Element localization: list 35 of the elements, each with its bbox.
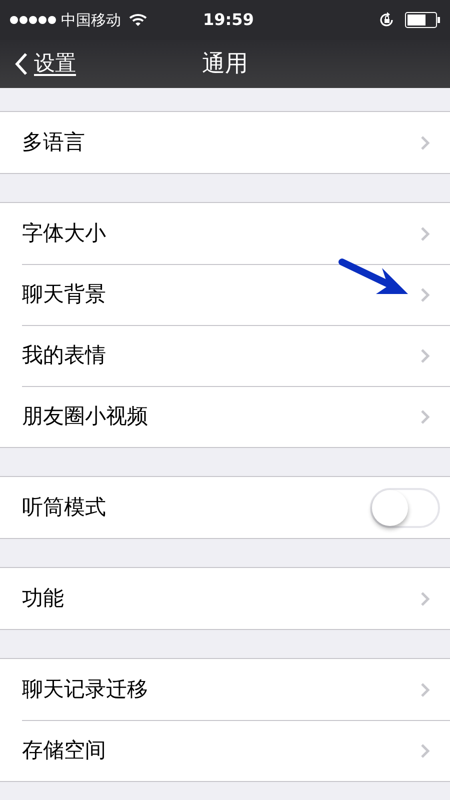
toggle-switch[interactable] xyxy=(370,488,440,528)
settings-row[interactable]: 字体大小 xyxy=(0,203,450,264)
settings-row[interactable]: 听筒模式 xyxy=(0,477,450,538)
settings-row[interactable]: 存储空间 xyxy=(0,720,450,781)
chevron-icon xyxy=(420,226,430,242)
settings-row[interactable]: 功能 xyxy=(0,568,450,629)
settings-row[interactable]: 朋友圈小视频 xyxy=(0,386,450,447)
chevron-icon xyxy=(420,348,430,364)
back-chevron-icon xyxy=(14,52,28,76)
chevron-icon xyxy=(420,134,430,150)
chevron-icon xyxy=(420,590,430,606)
row-label: 朋友圈小视频 xyxy=(22,402,148,430)
settings-row[interactable]: 聊天记录迁移 xyxy=(0,659,450,720)
row-label: 我的表情 xyxy=(22,342,106,369)
row-label: 聊天背景 xyxy=(22,280,106,308)
nav-title: 通用 xyxy=(202,50,248,79)
battery-icon xyxy=(405,12,441,28)
row-label: 字体大小 xyxy=(22,220,106,247)
chevron-icon xyxy=(420,742,430,758)
row-label: 听筒模式 xyxy=(22,494,106,521)
status-time: 19:59 xyxy=(203,9,254,31)
chevron-icon xyxy=(420,286,430,302)
row-label: 聊天记录迁移 xyxy=(22,676,148,703)
row-label: 多语言 xyxy=(22,128,85,156)
rotation-lock-icon xyxy=(379,12,395,28)
chevron-icon xyxy=(420,682,430,698)
wifi-icon xyxy=(129,13,147,27)
row-label: 存储空间 xyxy=(22,736,106,764)
carrier-name: 中国移动 xyxy=(61,10,121,31)
row-label: 功能 xyxy=(22,584,64,612)
settings-row[interactable]: 多语言 xyxy=(0,112,450,173)
back-button[interactable]: 设置 xyxy=(14,48,76,80)
settings-row[interactable]: 我的表情 xyxy=(0,325,450,386)
chevron-icon xyxy=(420,408,430,424)
signal-icon xyxy=(9,15,57,25)
